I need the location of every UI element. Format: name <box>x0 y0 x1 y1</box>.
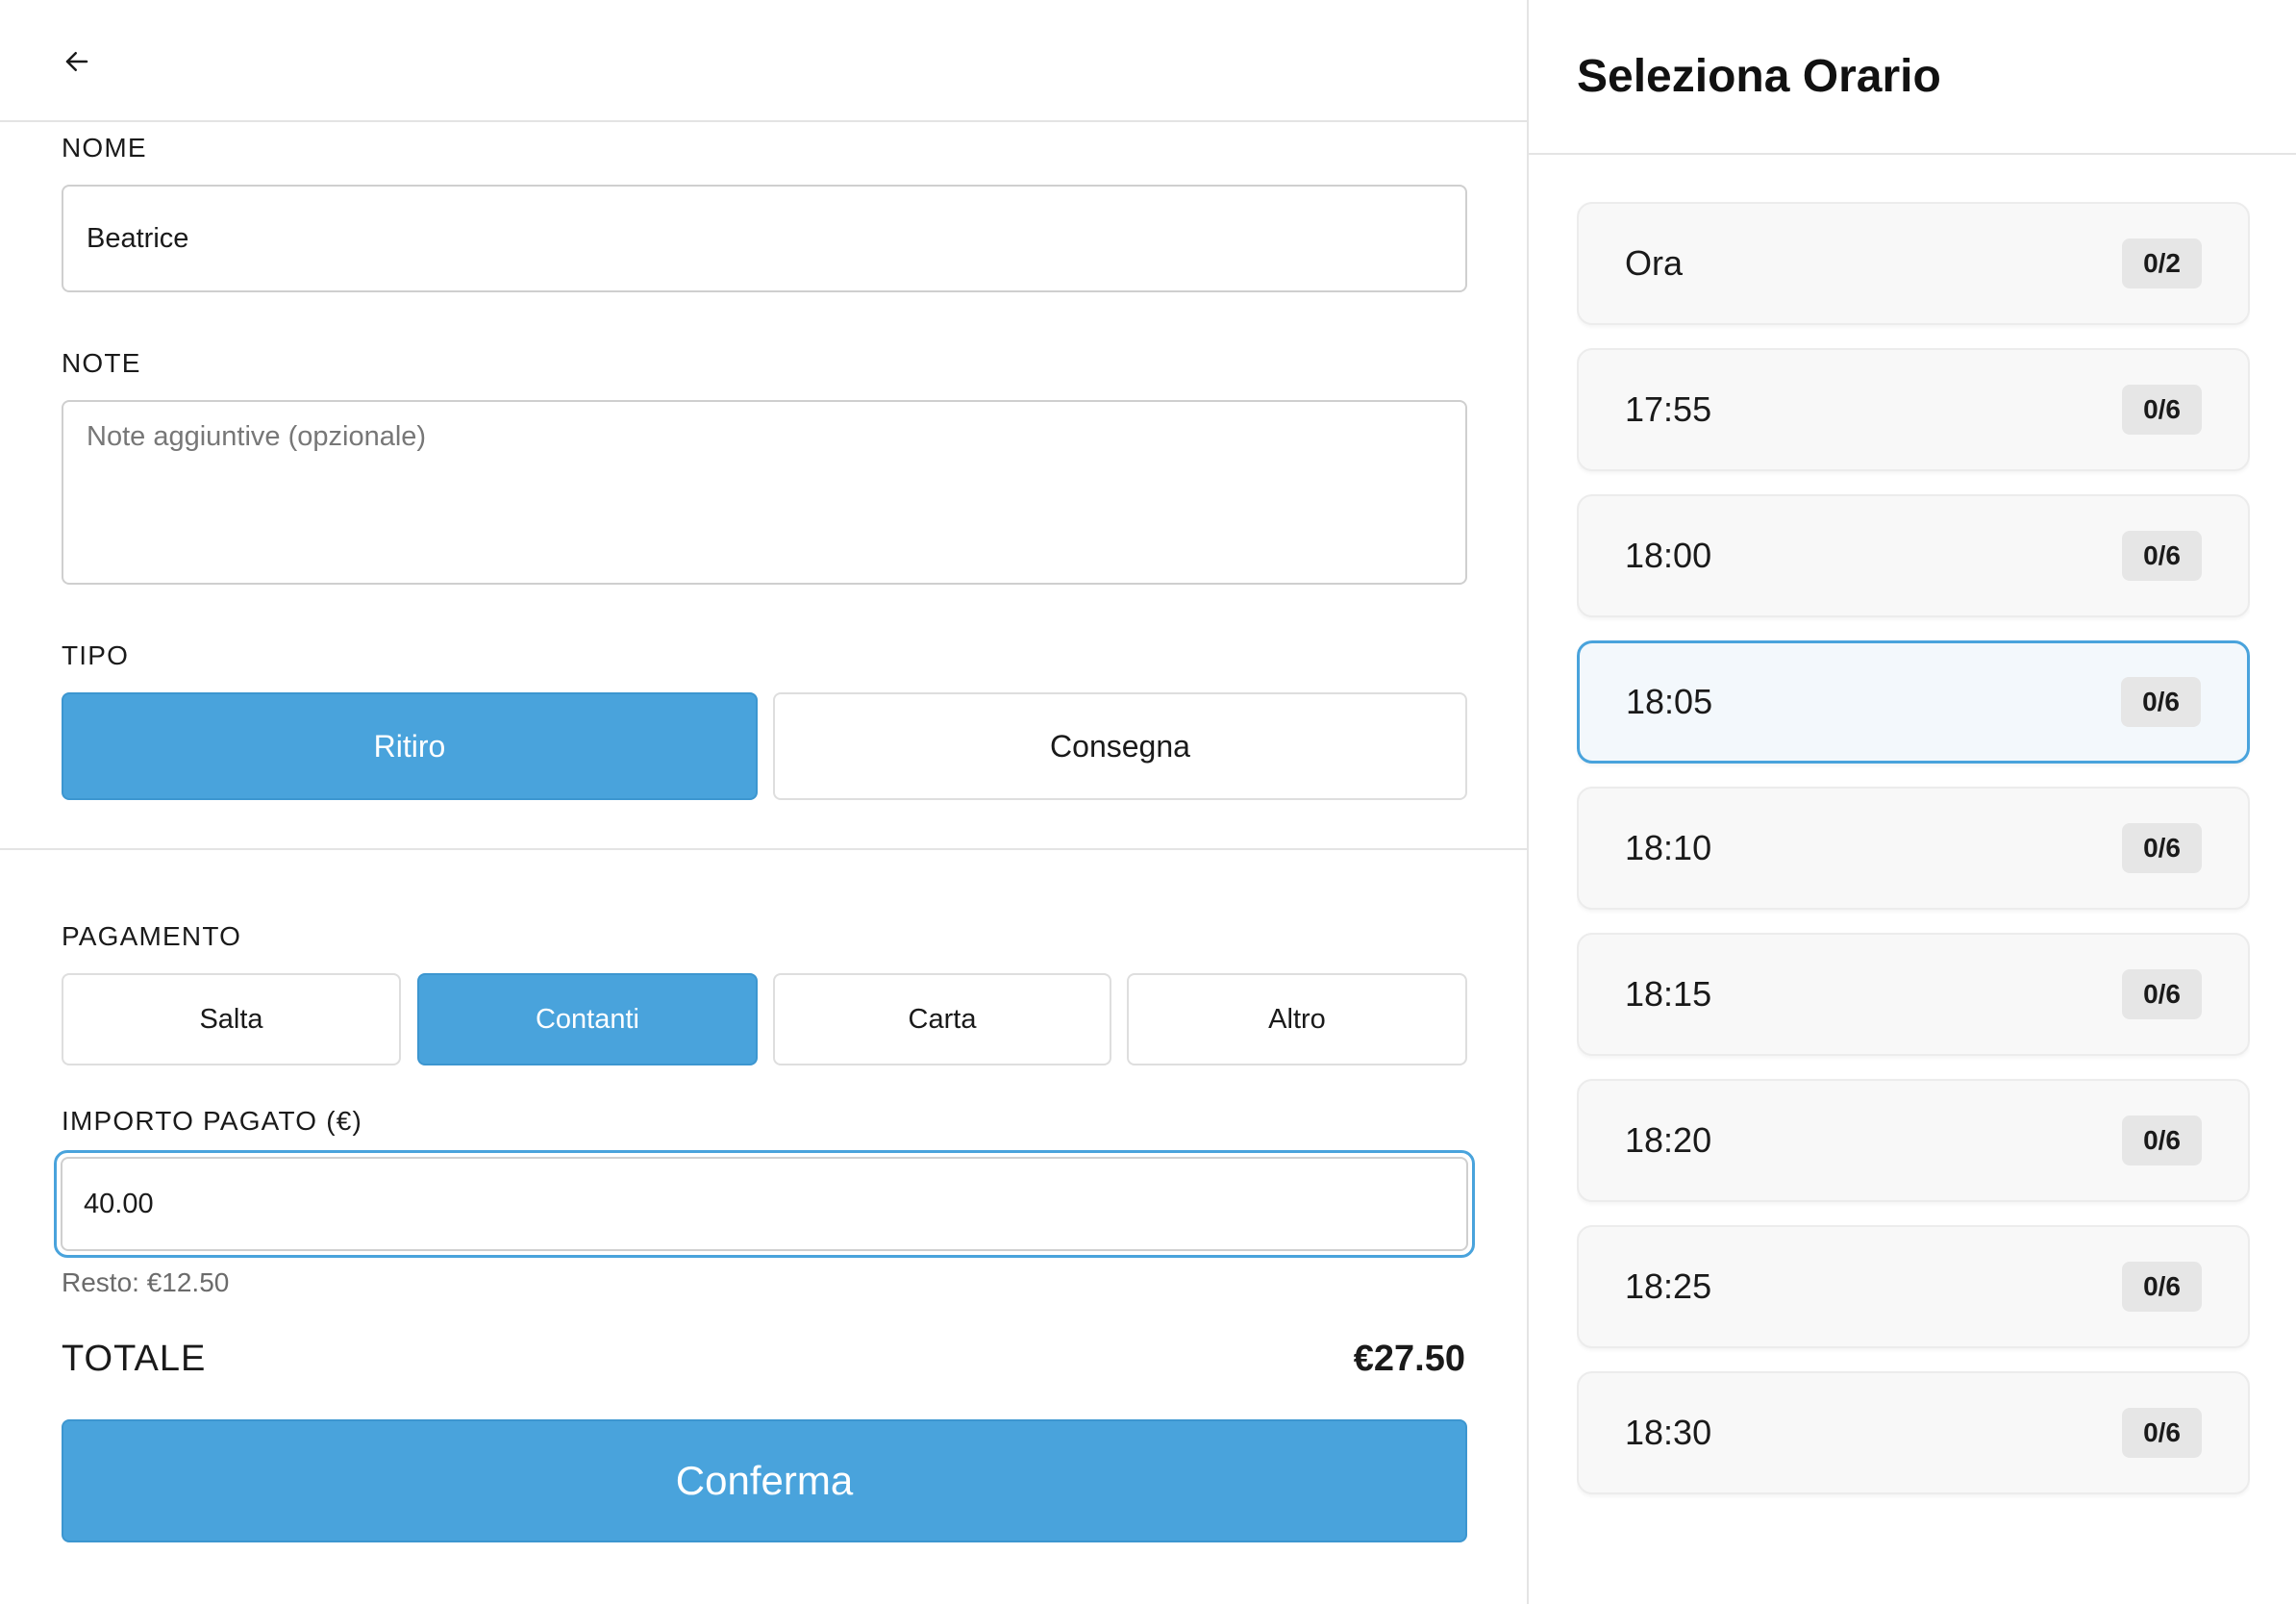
name-label: NOME <box>62 133 147 163</box>
section-divider <box>0 848 1529 850</box>
type-option-consegna[interactable]: Consegna <box>773 692 1467 800</box>
time-slot[interactable]: 18:25 0/6 <box>1577 1225 2250 1348</box>
time-slot-capacity-badge: 0/2 <box>2122 238 2202 288</box>
time-slot-time: 18:30 <box>1625 1413 1712 1452</box>
time-slot-capacity-badge: 0/6 <box>2122 385 2202 435</box>
notes-textarea[interactable] <box>62 400 1467 585</box>
time-slot[interactable]: 18:10 0/6 <box>1577 787 2250 910</box>
time-picker-header: Seleziona Orario <box>1529 0 2296 155</box>
payment-option-carta[interactable]: Carta <box>773 973 1111 1065</box>
change-text: Resto: €12.50 <box>62 1267 230 1297</box>
time-picker-panel: Seleziona Orario Ora 0/2 17:55 0/6 18:00 0/6 1… <box>1529 0 2296 1604</box>
confirm-button[interactable]: Conferma <box>62 1419 1467 1542</box>
total-value: €27.50 <box>1353 1339 1465 1379</box>
time-slot[interactable]: 18:00 0/6 <box>1577 494 2250 617</box>
time-slot-capacity-badge: 0/6 <box>2122 1115 2202 1165</box>
arrow-left-icon <box>65 52 88 71</box>
amount-field-focus-ring <box>54 1150 1475 1258</box>
amount-label: IMPORTO PAGATO (€) <box>62 1106 363 1136</box>
time-slot[interactable]: 18:30 0/6 <box>1577 1371 2250 1494</box>
time-slot-time: 18:10 <box>1625 828 1712 867</box>
time-slot-capacity-badge: 0/6 <box>2122 1408 2202 1458</box>
time-slot[interactable]: 18:05 0/6 <box>1577 640 2250 764</box>
order-form-panel: NOME NOTE TIPO Ritiro Consegna PAGAMENTO… <box>0 0 1529 1604</box>
time-slot-time: 18:25 <box>1625 1266 1712 1306</box>
name-input[interactable] <box>62 185 1467 292</box>
type-option-ritiro[interactable]: Ritiro <box>62 692 758 800</box>
notes-label: NOTE <box>62 348 141 378</box>
time-slot[interactable]: 17:55 0/6 <box>1577 348 2250 471</box>
time-picker-title: Seleziona Orario <box>1577 51 1941 102</box>
time-slot-time: 18:15 <box>1625 974 1712 1014</box>
amount-input[interactable] <box>61 1157 1468 1251</box>
time-slot-list[interactable]: Ora 0/2 17:55 0/6 18:00 0/6 18:05 0/6 18:10 0/6 18… <box>1577 202 2250 1558</box>
time-slot-time: 17:55 <box>1625 389 1712 429</box>
back-button[interactable] <box>48 37 106 87</box>
time-slot-capacity-badge: 0/6 <box>2121 677 2201 727</box>
time-slot-time: Ora <box>1625 243 1684 283</box>
time-slot-capacity-badge: 0/6 <box>2122 969 2202 1019</box>
order-screen: NOME NOTE TIPO Ritiro Consegna PAGAMENTO… <box>0 0 2296 1604</box>
type-label: TIPO <box>62 640 130 670</box>
time-slot-capacity-badge: 0/6 <box>2122 823 2202 873</box>
time-slot-time: 18:20 <box>1625 1120 1712 1160</box>
time-slot-time: 18:05 <box>1626 682 1713 721</box>
time-slot-capacity-badge: 0/6 <box>2122 531 2202 581</box>
time-slot[interactable]: 18:15 0/6 <box>1577 933 2250 1056</box>
payment-option-contanti[interactable]: Contanti <box>417 973 758 1065</box>
total-label: TOTALE <box>62 1339 207 1379</box>
time-slot[interactable]: Ora 0/2 <box>1577 202 2250 325</box>
time-slot-capacity-badge: 0/6 <box>2122 1262 2202 1312</box>
payment-option-salta[interactable]: Salta <box>62 973 401 1065</box>
time-slot-time: 18:00 <box>1625 536 1712 575</box>
payment-option-altro[interactable]: Altro <box>1127 973 1467 1065</box>
payment-label: PAGAMENTO <box>62 921 242 951</box>
time-slot[interactable]: 18:20 0/6 <box>1577 1079 2250 1202</box>
top-bar <box>0 0 1529 122</box>
